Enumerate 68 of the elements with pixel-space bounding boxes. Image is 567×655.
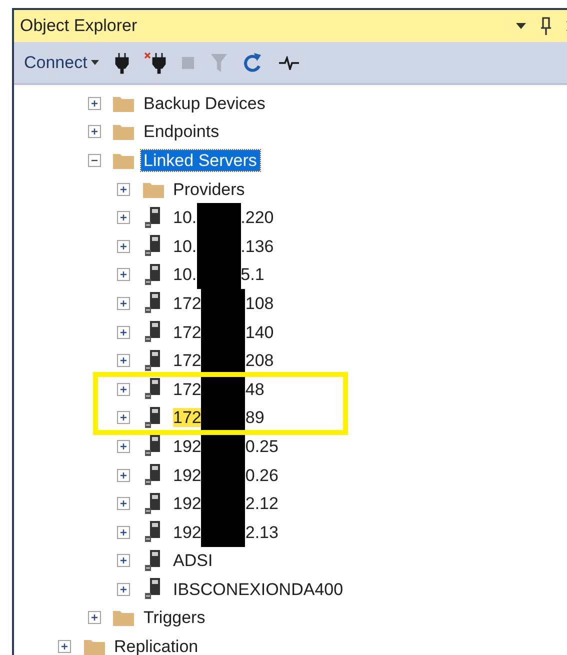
refresh-icon[interactable] [243, 52, 264, 74]
tree-item-label[interactable]: Backup Devices [140, 92, 268, 114]
expand-icon[interactable] [117, 411, 130, 424]
folder-icon [142, 180, 164, 198]
server-icon [145, 464, 161, 486]
dropdown-icon[interactable] [515, 22, 527, 30]
collapse-icon[interactable] [88, 154, 100, 167]
expand-icon[interactable] [58, 640, 71, 654]
unplug-icon[interactable] [144, 52, 166, 74]
expand-icon[interactable] [117, 582, 130, 596]
folder-icon [113, 123, 134, 140]
tree-item-label[interactable]: 172 140 [170, 322, 277, 343]
server-icon [145, 578, 161, 600]
server-icon [145, 206, 161, 229]
expand-icon[interactable] [117, 326, 130, 339]
tree-item-label[interactable]: 172 48 [170, 378, 268, 400]
tree-item-label[interactable]: 10. 5.1 [170, 264, 268, 286]
tree-item-label[interactable]: Providers [170, 178, 248, 200]
caret-icon[interactable] [91, 60, 100, 65]
expand-icon[interactable] [117, 526, 130, 539]
tree-item-label[interactable]: 192 0.26 [170, 464, 282, 486]
expand-icon[interactable] [117, 468, 130, 482]
server-icon [145, 521, 161, 544]
tree-item-label[interactable]: Endpoints [140, 121, 222, 142]
folder-icon [113, 152, 134, 169]
server-icon [145, 492, 161, 515]
server-icon [145, 321, 161, 344]
expand-icon[interactable] [117, 182, 130, 196]
expand-icon[interactable] [117, 211, 130, 224]
expand-icon[interactable] [88, 96, 100, 110]
expand-icon[interactable] [117, 440, 130, 453]
panel-title: Object Explorer [20, 16, 138, 36]
pin-icon[interactable] [541, 17, 551, 35]
expand-icon[interactable] [117, 354, 130, 368]
server-icon [145, 435, 161, 458]
server-icon [145, 406, 161, 429]
expand-icon[interactable] [88, 611, 100, 624]
expand-icon[interactable] [117, 554, 130, 568]
tree-item-label[interactable]: 10. .136 [170, 236, 277, 257]
tree-item-label[interactable]: IBSCONEXIONDA400 [170, 578, 346, 600]
tree-item-label[interactable]: Triggers [140, 607, 208, 628]
server-icon [145, 378, 161, 400]
folder-icon [113, 94, 134, 112]
connect-button[interactable]: Connect [22, 52, 106, 72]
tree-item-label[interactable]: 10. .220 [170, 207, 277, 228]
tree-item-label[interactable]: 192 0.25 [170, 436, 282, 457]
expand-icon[interactable] [117, 268, 130, 282]
tree-item-label[interactable]: 192 2.12 [170, 493, 282, 514]
server-icon [145, 264, 161, 286]
tree-item-label[interactable]: 172 108 [170, 292, 277, 314]
folder-icon [84, 638, 104, 655]
folder-icon [113, 609, 134, 626]
server-icon [145, 350, 161, 372]
expand-icon[interactable] [117, 240, 130, 253]
server-icon [145, 235, 161, 258]
expand-icon[interactable] [117, 497, 130, 510]
server-icon [145, 292, 161, 314]
tree-item-label[interactable]: 172 208 [170, 350, 277, 372]
expand-icon[interactable] [88, 125, 100, 138]
tree-item-label[interactable]: Linked Servers [140, 150, 260, 171]
tree-item-label[interactable]: 172 89 [170, 407, 268, 428]
server-icon [145, 550, 161, 572]
expand-icon[interactable] [117, 296, 130, 310]
plug-icon[interactable] [115, 52, 130, 74]
tree-item-label[interactable]: ADSI [170, 550, 216, 572]
expand-icon[interactable] [117, 382, 130, 396]
activity-monitor-icon[interactable] [278, 56, 300, 70]
tree-item-label[interactable]: 192 2.13 [170, 522, 282, 543]
